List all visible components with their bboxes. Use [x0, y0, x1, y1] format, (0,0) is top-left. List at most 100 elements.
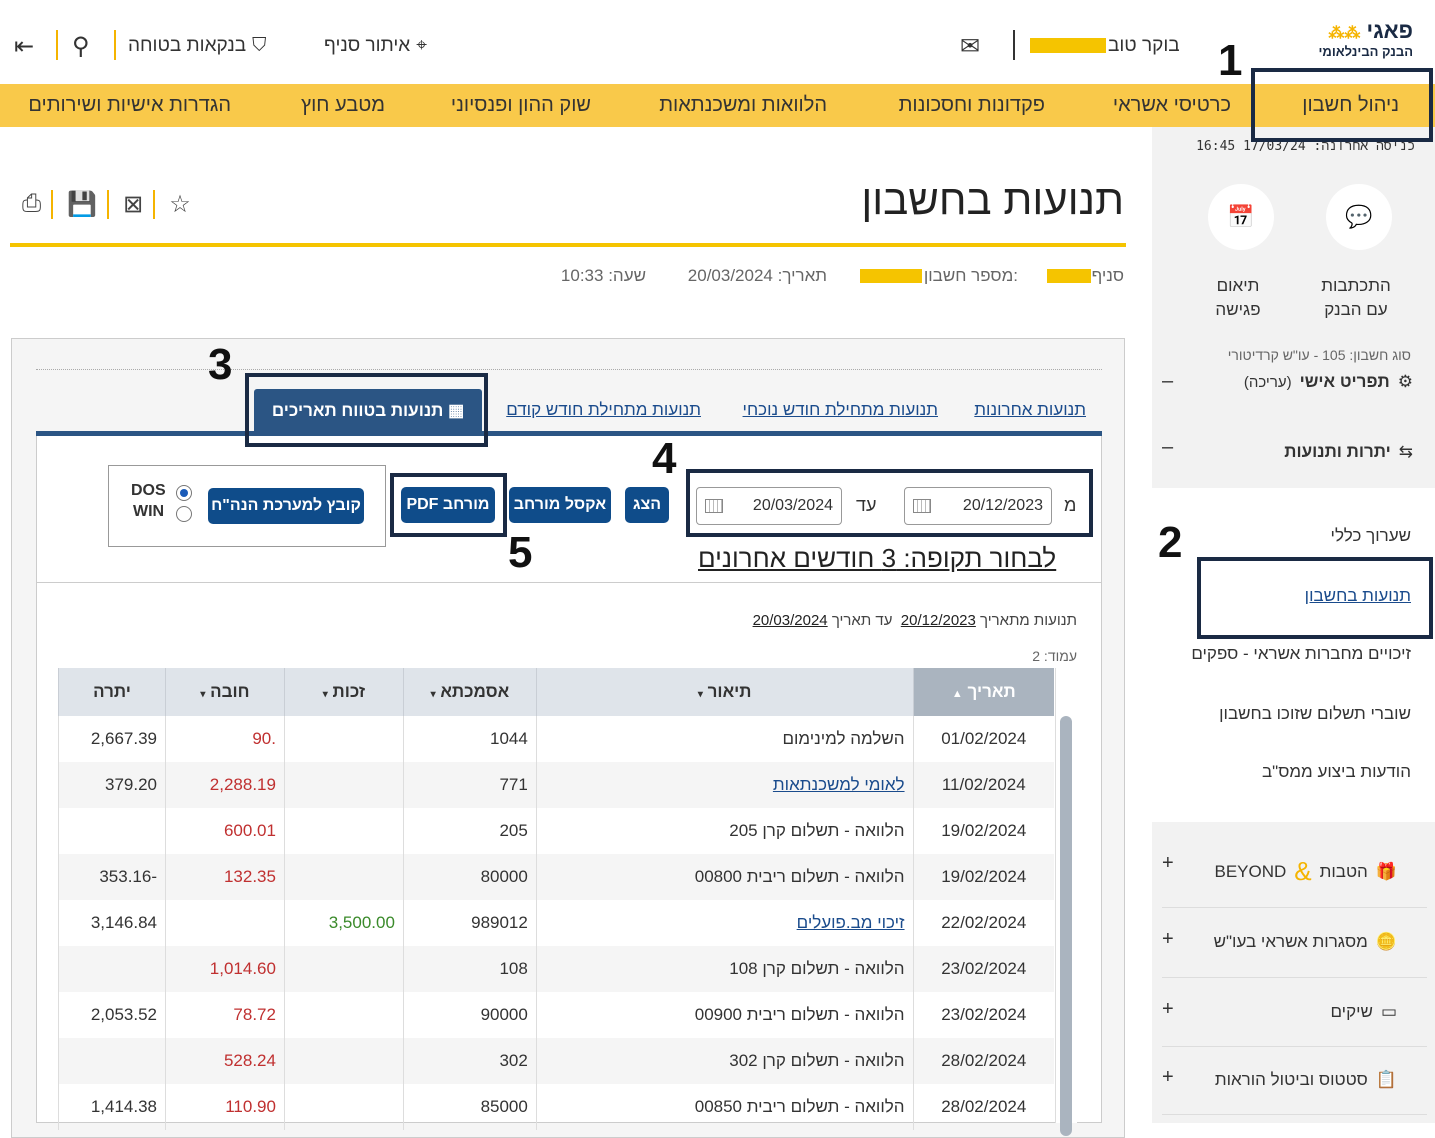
- collapse-balances-icon[interactable]: –: [1162, 436, 1173, 459]
- sidebar-orders-status[interactable]: סטטוס וביטול הוראות 📋: [1215, 1070, 1413, 1090]
- win-radio[interactable]: [176, 506, 192, 522]
- from-text: תנועות מתאריך: [980, 612, 1077, 629]
- col-credit[interactable]: זכות ▾: [283, 668, 404, 716]
- tab-current-month[interactable]: תנועות מתחילת חודש נוכחי: [743, 400, 938, 420]
- expand-orders-icon[interactable]: +: [1162, 1066, 1174, 1089]
- collapse-personal-menu-icon[interactable]: –: [1162, 370, 1173, 393]
- logout-icon[interactable]: ⇤: [14, 28, 34, 64]
- sliders-icon: ⚙: [1397, 372, 1413, 391]
- cell-description: זיכוי מב.פועלים: [535, 900, 914, 946]
- show-button[interactable]: הצג: [625, 487, 669, 523]
- branch-label: סניף: [1091, 266, 1124, 285]
- col-debit[interactable]: חובה ▾: [165, 668, 285, 716]
- cell-date: 19/02/2024: [912, 854, 1054, 900]
- cell-description: לאומי למשכנתאות: [535, 762, 914, 808]
- annotation-number-2: 2: [1158, 518, 1183, 567]
- cell-date: 01/02/2024: [912, 716, 1054, 762]
- col-reference[interactable]: אסמכתא ▾: [402, 668, 537, 716]
- mail-icon[interactable]: ✉: [960, 28, 980, 64]
- excel-export-icon[interactable]: ⊠: [113, 190, 156, 219]
- expand-checks-icon[interactable]: +: [1162, 998, 1174, 1021]
- excel-extended-button[interactable]: אקסל מורחב: [509, 487, 611, 523]
- cell-date: 23/02/2024: [912, 946, 1054, 992]
- main-nav: ניהול חשבון כרטיסי אשראי פקדונות וחסכונו…: [0, 84, 1435, 127]
- submenu-masav-notices[interactable]: הודעות ביצוע ממס"ב: [1262, 762, 1411, 782]
- add-favorite-icon[interactable]: ☆: [159, 190, 201, 219]
- col-date-label: תאריך: [967, 682, 1016, 701]
- calendar-edit-icon[interactable]: 📅: [1208, 184, 1274, 250]
- beyond-label: BEYOND: [1214, 861, 1287, 881]
- cell-credit: 3,500.00: [283, 900, 404, 946]
- win-label: WIN: [133, 503, 165, 520]
- expand-benefits-icon[interactable]: +: [1162, 852, 1174, 875]
- sidebar-checks[interactable]: שיקים ▭: [1330, 1002, 1413, 1022]
- cell-date: 11/02/2024: [912, 762, 1054, 808]
- nav-settings[interactable]: הגדרות אישיות ושירותים: [28, 94, 231, 117]
- period-shortcut-link[interactable]: לבחור תקופה: 3 חודשים אחרונים: [698, 543, 1056, 574]
- nav-capital-market[interactable]: שוק ההון ופנסיוני: [451, 94, 591, 117]
- results-from-date[interactable]: 20/12/2023: [901, 612, 976, 629]
- chevron-down-icon: ▾: [322, 689, 328, 700]
- description-link[interactable]: לאומי למשכנתאות: [773, 775, 905, 794]
- nav-loans[interactable]: הלוואות ומשכנתאות: [659, 94, 827, 117]
- cell-reference: 205: [402, 808, 537, 854]
- chat-icon[interactable]: 💬: [1326, 184, 1392, 250]
- cell-balance: 379.20: [57, 762, 166, 808]
- tab-recent-transactions[interactable]: תנועות אחרונות: [974, 400, 1086, 420]
- clipboard-icon: 📋: [1375, 1070, 1397, 1089]
- table-scrollbar[interactable]: [1055, 668, 1077, 1136]
- cell-debit: 1,014.60: [165, 946, 285, 992]
- description-link[interactable]: זיכוי מב.פועלים: [797, 913, 905, 932]
- search-icon[interactable]: ⚲: [72, 28, 90, 64]
- cell-date: 28/02/2024: [912, 1084, 1054, 1130]
- cell-description: השלמה למינימום: [535, 716, 914, 762]
- annotation-number-3: 3: [208, 340, 233, 389]
- bank-logo[interactable]: ⁂⁂ פאגי הבנק הבינלאומי: [1318, 18, 1413, 59]
- branch-locator-link[interactable]: איתור סניף ⌖: [324, 28, 427, 64]
- sidebar-balances[interactable]: יתרות ותנועות ⇆: [1284, 442, 1413, 462]
- table-row: 19/02/2024 הלוואה - תשלום ריבית 00800 8000…: [57, 854, 1054, 900]
- schedule-meeting-label[interactable]: תיאום פגישה: [1186, 274, 1290, 322]
- nav-foreign-currency[interactable]: מטבע חוץ: [301, 94, 385, 117]
- balances-label: יתרות ותנועות: [1284, 442, 1391, 461]
- cell-description: הלוואה - תשלום קרן 205: [535, 808, 914, 854]
- gift-icon: 🎁: [1375, 861, 1397, 881]
- table-row: 22/02/2024 זיכוי מב.פועלים 989012 3,500.00 3…: [57, 900, 1054, 946]
- expand-credit-frames-icon[interactable]: +: [1162, 928, 1174, 951]
- contact-bank-label[interactable]: התכתבות עם הבנק: [1300, 274, 1412, 322]
- cell-description: הלוואה - תשלום ריבית 00850: [535, 1084, 914, 1130]
- title-underline: [10, 243, 1126, 247]
- orders-label: סטטוס וביטול הוראות: [1214, 1070, 1368, 1089]
- scrollbar-thumb[interactable]: [1060, 716, 1072, 1136]
- save-icon[interactable]: 💾: [57, 190, 110, 219]
- col-debit-label: חובה: [210, 682, 250, 701]
- edit-link[interactable]: (עריכה): [1244, 374, 1292, 391]
- dos-radio[interactable]: [176, 485, 192, 501]
- chevron-down-icon: ▾: [200, 689, 206, 700]
- col-date[interactable]: תאריך ▲: [912, 668, 1054, 716]
- accounting-file-button[interactable]: קובץ למערכת הנה"ח: [208, 488, 364, 524]
- cell-date: 19/02/2024: [912, 808, 1054, 854]
- dos-label: DOS: [131, 482, 166, 499]
- col-credit-label: זכות: [332, 682, 366, 701]
- submenu-general-revaluation[interactable]: שערוך כללי: [1331, 526, 1411, 546]
- col-description[interactable]: תיאור ▾: [535, 668, 914, 716]
- nav-credit-cards[interactable]: כרטיסי אשראי: [1113, 94, 1231, 117]
- tab-previous-month[interactable]: תנועות מתחילת חודש קודם: [506, 400, 701, 420]
- submenu-payment-vouchers[interactable]: שוברי תשלום שזוכו בחשבון: [1219, 704, 1411, 724]
- sidebar-credit-frames[interactable]: מסגרות אשראי בעו"ש 🪙: [1214, 932, 1413, 952]
- nav-deposits[interactable]: פקדונות וחסכונות: [899, 94, 1045, 117]
- secure-banking-link[interactable]: בנקאות בטוחה ⛉: [128, 28, 266, 64]
- cell-reference: 302: [402, 1038, 537, 1084]
- results-to-date[interactable]: 20/03/2024: [753, 612, 828, 629]
- account-number-label: מספר חשבון:: [923, 266, 1018, 285]
- branch-locator-label: איתור סניף: [324, 35, 411, 56]
- cell-credit: [283, 992, 404, 1038]
- table-row: 23/02/2024 הלוואה - תשלום ריבית 00900 9000…: [57, 992, 1054, 1038]
- submenu-credit-company-credits[interactable]: זיכויים מחברות אשראי - ספקים: [1191, 644, 1411, 664]
- print-icon[interactable]: ⎙: [12, 190, 54, 219]
- sidebar-personal-menu[interactable]: (עריכה) תפריט אישי ⚙: [1218, 372, 1413, 392]
- annotation-box-4: [686, 469, 1093, 537]
- table-row: 11/02/2024 לאומי למשכנתאות 771 2,288.19 379.…: [57, 762, 1054, 808]
- sidebar-benefits[interactable]: BEYOND & הטבות 🎁: [1214, 856, 1413, 887]
